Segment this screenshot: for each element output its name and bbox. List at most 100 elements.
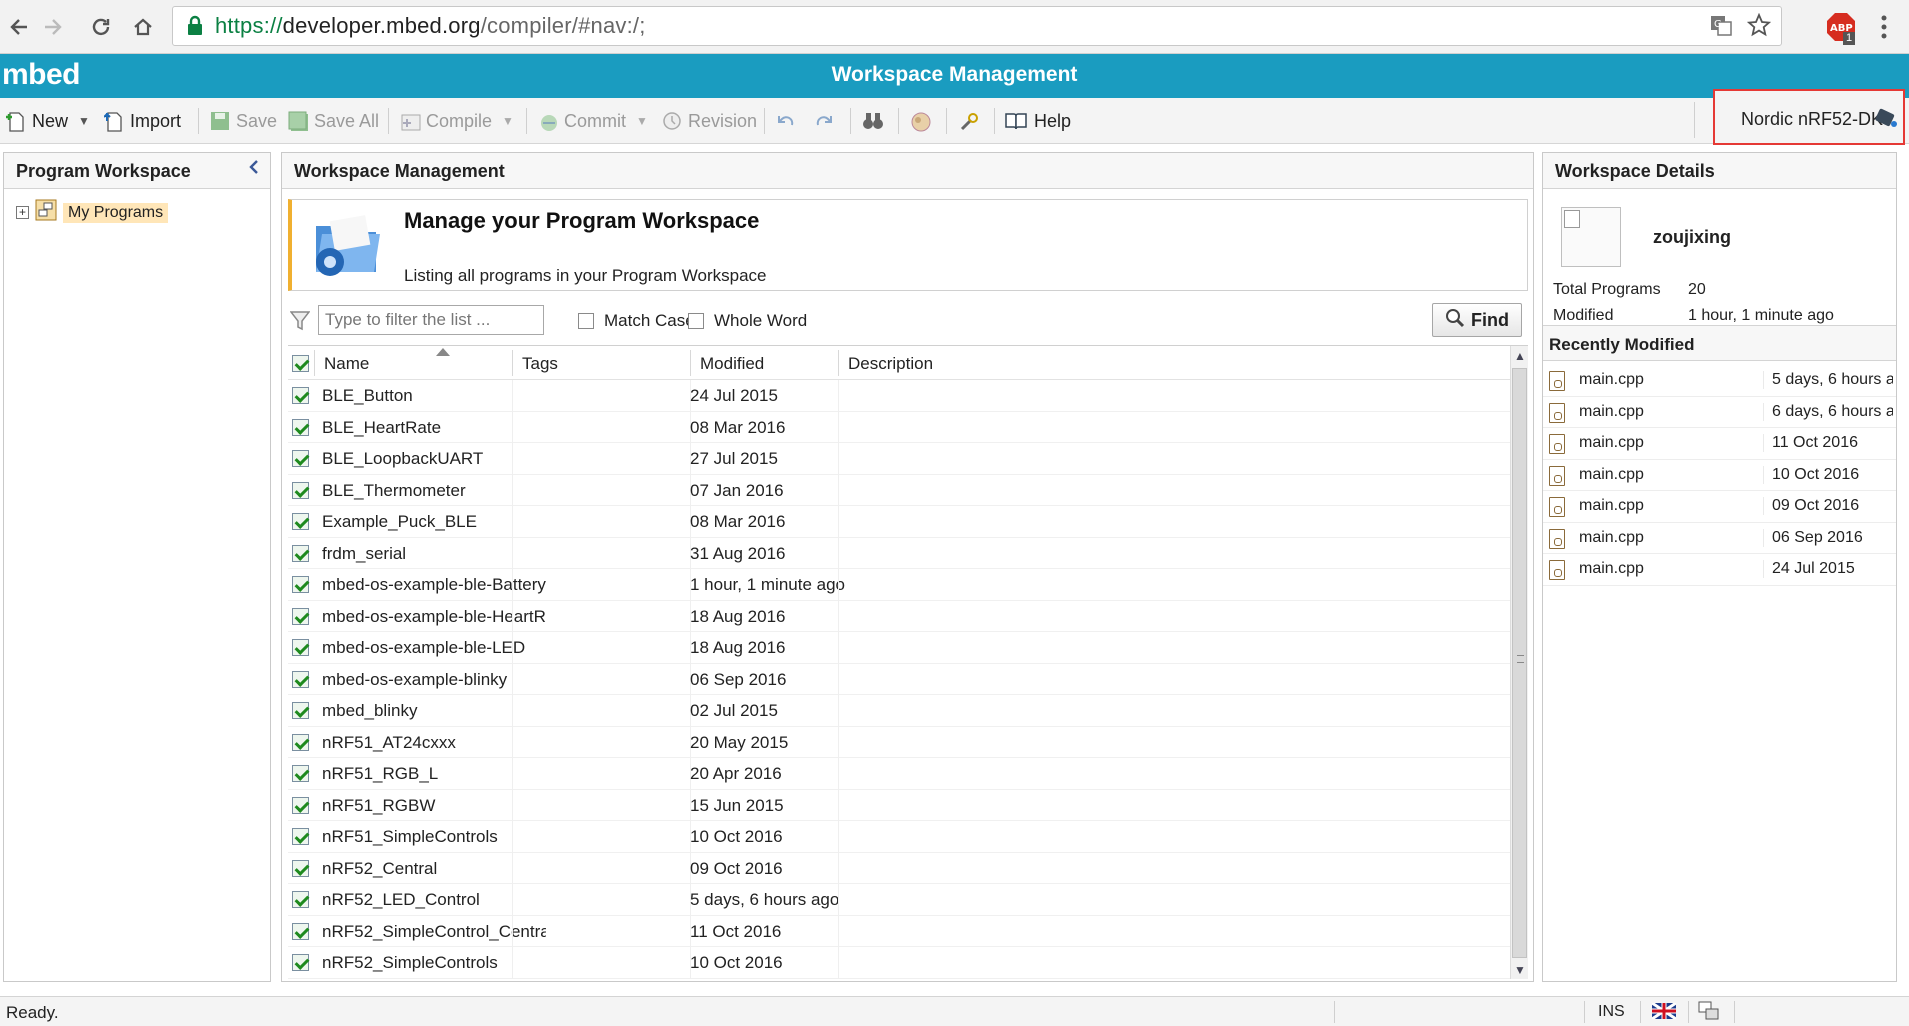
list-item[interactable]: main.cpp 06 Sep 2016 <box>1543 523 1896 554</box>
chevron-down-icon[interactable]: ▼ <box>78 114 90 128</box>
tree-item-my-programs[interactable]: + My Programs <box>16 199 169 226</box>
table-row[interactable]: nRF52_SimpleControl_Central 11 Oct 2016 <box>288 915 1510 947</box>
window-switch-icon[interactable] <box>1698 1001 1720 1026</box>
row-checkbox[interactable] <box>292 481 309 499</box>
row-checkbox[interactable] <box>292 639 309 656</box>
select-all-checkbox[interactable] <box>292 355 309 372</box>
column-header-modified[interactable]: Modified <box>700 354 764 374</box>
help-button[interactable]: Help <box>1004 108 1071 134</box>
row-checkbox[interactable] <box>292 607 309 625</box>
browser-menu-icon[interactable] <box>1880 14 1888 45</box>
commit-button[interactable]: Commit ▼ <box>538 108 648 134</box>
save-all-button[interactable]: Save All <box>288 108 379 134</box>
bookmark-star-icon[interactable] <box>1746 12 1772 42</box>
redo-button[interactable] <box>814 108 834 134</box>
file-name[interactable]: main.cpp <box>1579 403 1644 421</box>
import-button[interactable]: Import <box>103 108 181 134</box>
forward-icon[interactable] <box>36 10 70 44</box>
modified-value: 1 hour, 1 minute ago <box>1688 307 1834 324</box>
table-row[interactable]: nRF51_AT24cxxx 20 May 2015 <box>288 726 1510 758</box>
list-item[interactable]: main.cpp 24 Jul 2015 <box>1543 554 1896 586</box>
new-button[interactable]: New ▼ <box>6 108 90 134</box>
translate-icon[interactable]: G <box>1709 13 1733 42</box>
save-button[interactable]: Save <box>210 108 277 134</box>
compile-button[interactable]: Compile ▼ <box>400 108 514 134</box>
table-row[interactable]: mbed_blinky 02 Jul 2015 <box>288 695 1510 727</box>
table-row[interactable]: frdm_serial 31 Aug 2016 <box>288 537 1510 569</box>
file-name[interactable]: main.cpp <box>1579 529 1644 547</box>
collapse-icon[interactable] <box>248 159 260 180</box>
list-item[interactable]: main.cpp 10 Oct 2016 <box>1543 460 1896 491</box>
table-row[interactable]: nRF51_RGB_L 20 Apr 2016 <box>288 758 1510 790</box>
row-checkbox[interactable] <box>292 670 309 688</box>
libraries-button[interactable] <box>910 108 931 134</box>
file-name[interactable]: main.cpp <box>1579 497 1644 515</box>
row-checkbox[interactable] <box>292 387 309 404</box>
table-row[interactable]: nRF52_SimpleControls 10 Oct 2016 <box>288 947 1510 979</box>
address-bar[interactable]: https://developer.mbed.org/compiler/#nav… <box>172 6 1782 46</box>
list-item[interactable]: main.cpp 11 Oct 2016 <box>1543 428 1896 460</box>
scroll-up-icon[interactable]: ▲ <box>1511 346 1528 366</box>
undo-button[interactable] <box>776 108 796 134</box>
checkbox-box[interactable] <box>688 313 704 329</box>
filter-input[interactable] <box>318 305 544 335</box>
scroll-thumb[interactable] <box>1512 368 1527 958</box>
adblock-icon[interactable]: ABP 1 <box>1826 12 1855 45</box>
row-checkbox[interactable] <box>292 702 309 719</box>
table-row[interactable]: BLE_HeartRate 08 Mar 2016 <box>288 411 1510 443</box>
row-checkbox[interactable] <box>292 891 309 908</box>
table-row[interactable]: nRF51_SimpleControls 10 Oct 2016 <box>288 821 1510 853</box>
table-scrollbar[interactable]: ▲ ▼ <box>1510 346 1528 979</box>
row-checkbox[interactable] <box>292 859 309 877</box>
reload-icon[interactable] <box>84 10 118 44</box>
chevron-down-icon[interactable]: ▼ <box>502 114 514 128</box>
column-header-description[interactable]: Description <box>848 354 933 374</box>
row-checkbox[interactable] <box>292 828 309 845</box>
row-checkbox[interactable] <box>292 513 309 530</box>
row-checkbox[interactable] <box>292 733 309 751</box>
table-row[interactable]: BLE_LoopbackUART 27 Jul 2015 <box>288 443 1510 475</box>
table-row[interactable]: BLE_Thermometer 07 Jan 2016 <box>288 474 1510 506</box>
whole-word-checkbox[interactable]: Whole Word <box>688 311 807 331</box>
list-item[interactable]: main.cpp 5 days, 6 hours a <box>1543 365 1896 397</box>
match-case-checkbox[interactable]: Match Case <box>578 311 695 331</box>
column-header-tags[interactable]: Tags <box>522 354 558 374</box>
table-row[interactable]: nRF51_RGBW 15 Jun 2015 <box>288 789 1510 821</box>
list-item[interactable]: main.cpp 6 days, 6 hours a <box>1543 397 1896 428</box>
table-row[interactable]: Example_Puck_BLE 08 Mar 2016 <box>288 506 1510 538</box>
row-checkbox[interactable] <box>292 954 309 971</box>
expand-icon[interactable]: + <box>16 206 29 219</box>
row-checkbox[interactable] <box>292 418 309 436</box>
file-name[interactable]: main.cpp <box>1579 371 1644 389</box>
flag-icon[interactable] <box>1651 1001 1677 1024</box>
list-item[interactable]: main.cpp 09 Oct 2016 <box>1543 491 1896 523</box>
row-checkbox[interactable] <box>292 576 309 593</box>
find-in-files-button[interactable] <box>862 108 883 134</box>
file-name[interactable]: main.cpp <box>1579 466 1644 484</box>
row-checkbox[interactable] <box>292 450 309 467</box>
table-row[interactable]: nRF52_LED_Control 5 days, 6 hours ago <box>288 884 1510 916</box>
table-row[interactable]: mbed-os-example-ble-LED 18 Aug 2016 <box>288 632 1510 664</box>
home-icon[interactable] <box>126 10 160 44</box>
file-name[interactable]: main.cpp <box>1579 434 1644 452</box>
column-header-name[interactable]: Name <box>324 354 369 374</box>
find-button[interactable]: Find <box>1432 303 1522 337</box>
table-row[interactable]: BLE_Button 24 Jul 2015 <box>288 380 1510 412</box>
back-icon[interactable] <box>2 10 36 44</box>
table-row[interactable]: mbed-os-example-blinky 06 Sep 2016 <box>288 663 1510 695</box>
table-row[interactable]: mbed-os-example-ble-HeartRate 18 Aug 2016 <box>288 600 1510 632</box>
scroll-down-icon[interactable]: ▼ <box>1511 960 1528 979</box>
username[interactable]: zoujixing <box>1653 227 1731 248</box>
row-checkbox[interactable] <box>292 796 309 814</box>
platform-selector[interactable]: Nordic nRF52-DK <box>1713 89 1905 145</box>
file-name[interactable]: main.cpp <box>1579 560 1644 578</box>
row-checkbox[interactable] <box>292 765 309 782</box>
row-checkbox[interactable] <box>292 544 309 562</box>
checkbox-box[interactable] <box>578 313 594 329</box>
table-row[interactable]: mbed-os-example-ble-BatteryLe 1 hour, 1 m… <box>288 569 1510 601</box>
revision-button[interactable]: Revision <box>662 108 757 134</box>
chevron-down-icon[interactable]: ▼ <box>636 114 648 128</box>
row-checkbox[interactable] <box>292 922 309 940</box>
table-row[interactable]: nRF52_Central 09 Oct 2016 <box>288 852 1510 884</box>
tools-button[interactable] <box>958 108 978 134</box>
